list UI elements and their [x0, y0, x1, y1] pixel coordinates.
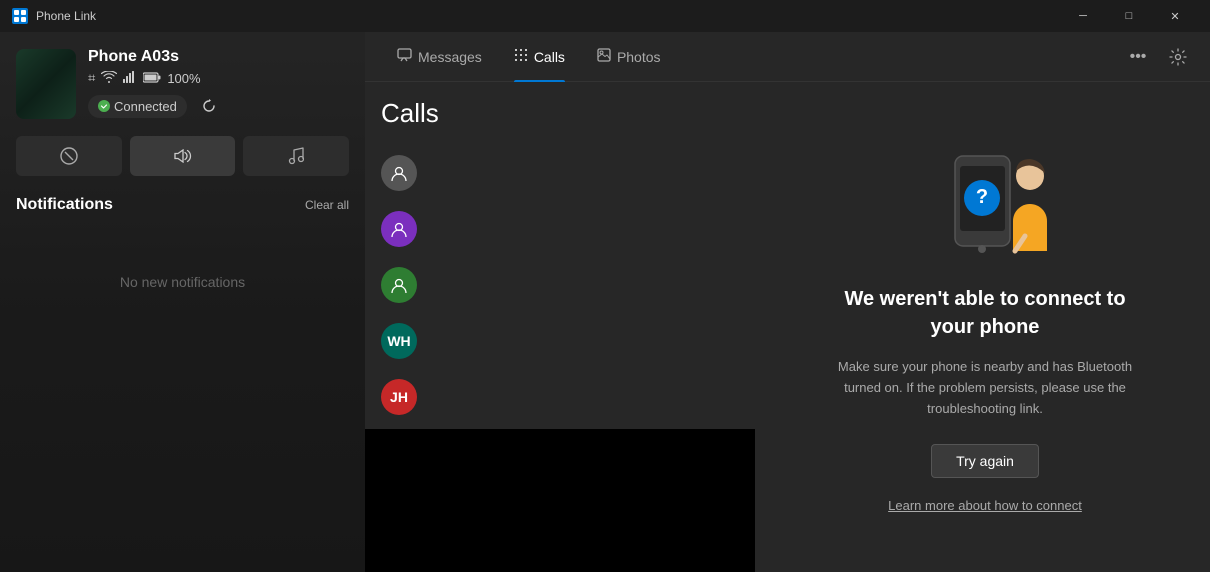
try-again-button[interactable]: Try again: [931, 444, 1039, 478]
music-button[interactable]: [243, 136, 349, 176]
more-options-button[interactable]: •••: [1122, 41, 1154, 73]
battery-percent: 100%: [167, 71, 200, 86]
window-controls: ─ □ ✕: [1060, 0, 1198, 32]
avatar: JH: [381, 379, 417, 415]
battery-icon: [143, 71, 161, 86]
tabs: Messages: [381, 32, 1122, 82]
error-panel: ? We weren't able to connect to your pho…: [795, 82, 1175, 572]
minimize-button[interactable]: ─: [1060, 0, 1106, 32]
right-panel: Messages: [365, 32, 1210, 572]
connected-badge: Connected: [88, 95, 187, 118]
avatar: [381, 267, 417, 303]
tab-messages[interactable]: Messages: [381, 32, 498, 82]
calls-icon: [514, 48, 528, 65]
phone-details: Phone A03s ⌗: [88, 48, 349, 120]
titlebar: Phone Link ─ □ ✕: [0, 0, 1210, 32]
photos-icon: [597, 48, 611, 65]
tab-calls[interactable]: Calls: [498, 32, 581, 82]
call-item[interactable]: [365, 257, 795, 313]
error-title: We weren't able to connect to your phone: [827, 285, 1143, 341]
connected-label: Connected: [114, 99, 177, 114]
calls-heading: Calls: [365, 98, 795, 129]
phone-name: Phone A03s: [88, 48, 349, 66]
tab-messages-label: Messages: [418, 49, 482, 65]
sidebar-content: Phone A03s ⌗: [16, 48, 349, 290]
calls-list-panel: Calls: [365, 82, 795, 572]
mute-button[interactable]: [16, 136, 122, 176]
maximize-button[interactable]: □: [1106, 0, 1152, 32]
call-item[interactable]: [365, 145, 795, 201]
error-illustration: ?: [925, 141, 1045, 261]
notifications-header: Notifications Clear all: [16, 196, 349, 214]
wifi-icon: [101, 71, 117, 86]
call-item[interactable]: [365, 201, 795, 257]
svg-text:?: ?: [976, 186, 988, 208]
app-icon: [12, 8, 28, 24]
tab-bar: Messages: [365, 32, 1210, 82]
connected-dot-icon: [98, 100, 110, 112]
tab-calls-label: Calls: [534, 49, 565, 65]
action-buttons: [16, 136, 349, 176]
tab-photos-label: Photos: [617, 49, 661, 65]
avatar: [381, 155, 417, 191]
app-title: Phone Link: [36, 9, 1060, 23]
bluetooth-icon: ⌗: [88, 70, 95, 86]
main-content: Phone A03s ⌗: [0, 32, 1210, 572]
tab-photos[interactable]: Photos: [581, 32, 677, 82]
no-notifications-label: No new notifications: [16, 274, 349, 290]
avatar: [381, 211, 417, 247]
avatar: WH: [381, 323, 417, 359]
settings-button[interactable]: [1162, 41, 1194, 73]
sidebar: Phone A03s ⌗: [0, 32, 365, 572]
error-description: Make sure your phone is nearby and has B…: [827, 357, 1143, 419]
tab-bar-actions: •••: [1122, 41, 1194, 73]
call-item[interactable]: WH: [365, 313, 795, 369]
learn-more-link[interactable]: Learn more about how to connect: [888, 498, 1082, 513]
calls-content: Calls: [365, 82, 1210, 572]
volume-button[interactable]: [130, 136, 236, 176]
clear-all-button[interactable]: Clear all: [305, 198, 349, 212]
call-item[interactable]: JH: [365, 369, 795, 425]
notifications-title: Notifications: [16, 196, 113, 214]
call-items: WH JH: [365, 145, 795, 425]
phone-info: Phone A03s ⌗: [16, 48, 349, 120]
phone-thumbnail: [16, 49, 76, 119]
messages-icon: [397, 48, 412, 65]
close-button[interactable]: ✕: [1152, 0, 1198, 32]
refresh-button[interactable]: [195, 92, 223, 120]
phone-status-row: ⌗: [88, 70, 349, 86]
signal-icon: [123, 71, 137, 86]
